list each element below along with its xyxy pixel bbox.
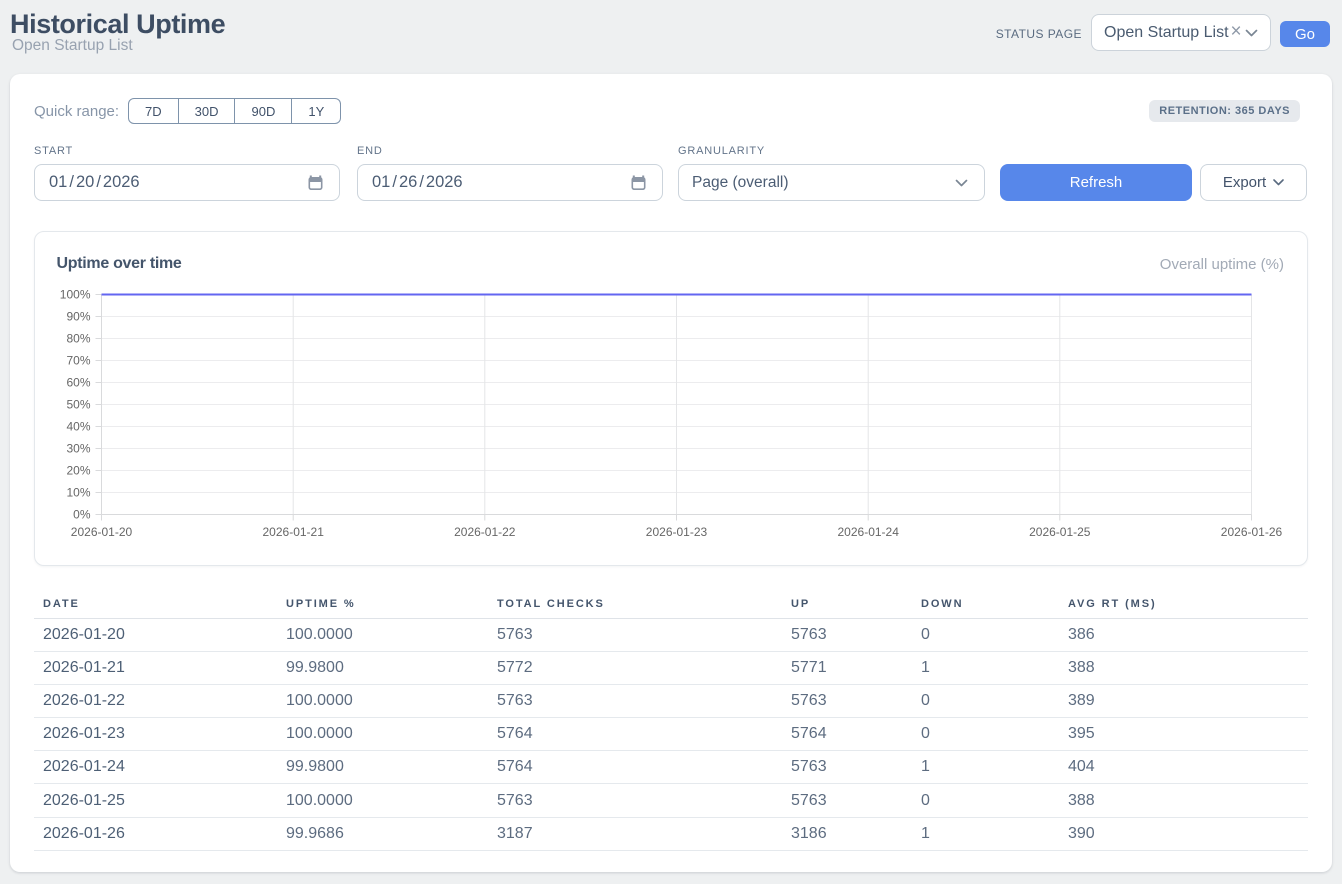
svg-text:50%: 50% (66, 398, 90, 412)
svg-text:40%: 40% (66, 420, 90, 434)
svg-text:2026-01-25: 2026-01-25 (1029, 525, 1091, 539)
svg-text:2026-01-24: 2026-01-24 (838, 525, 900, 539)
svg-text:60%: 60% (66, 376, 90, 390)
svg-text:30%: 30% (66, 442, 90, 456)
svg-text:10%: 10% (66, 486, 90, 500)
svg-text:2026-01-20: 2026-01-20 (71, 525, 133, 539)
svg-text:70%: 70% (66, 354, 90, 368)
svg-text:90%: 90% (66, 310, 90, 324)
svg-text:2026-01-22: 2026-01-22 (454, 525, 516, 539)
svg-text:80%: 80% (66, 332, 90, 346)
svg-text:20%: 20% (66, 464, 90, 478)
svg-text:0%: 0% (73, 508, 91, 522)
svg-text:100%: 100% (60, 288, 91, 302)
svg-text:2026-01-23: 2026-01-23 (646, 525, 708, 539)
svg-text:2026-01-21: 2026-01-21 (263, 525, 325, 539)
svg-text:2026-01-26: 2026-01-26 (1221, 525, 1283, 539)
